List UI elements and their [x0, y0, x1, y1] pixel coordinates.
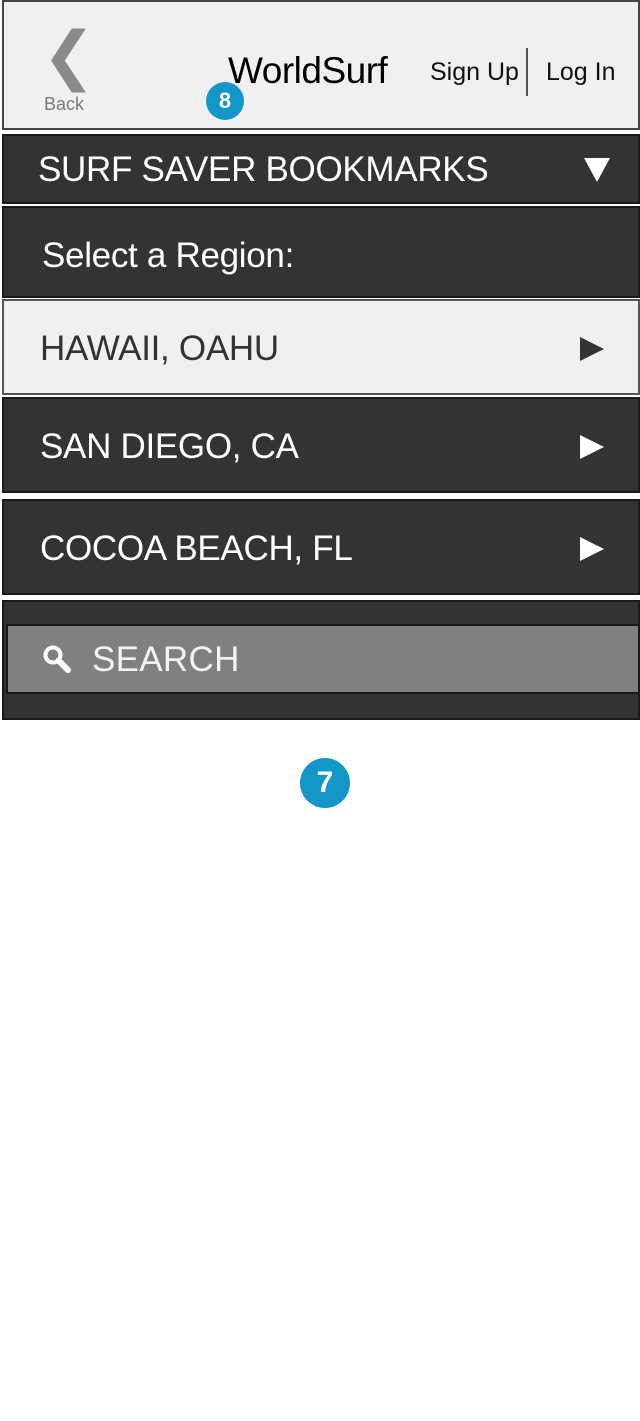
search-input[interactable]: SEARCH [6, 624, 640, 694]
region-item-san-diego-ca[interactable]: SAN DIEGO, CA [2, 397, 640, 493]
annotation-marker-7: 7 [300, 758, 350, 808]
region-header: Select a Region: [2, 206, 640, 298]
sign-up-link[interactable]: Sign Up [430, 58, 519, 87]
log-in-link[interactable]: Log In [546, 58, 616, 87]
region-item-label: COCOA BEACH, FL [40, 529, 353, 568]
triangle-right-icon [580, 337, 604, 361]
app-title: WorldSurf [228, 50, 388, 91]
header-divider [526, 48, 528, 96]
search-placeholder: SEARCH [92, 640, 240, 679]
back-label: Back [44, 94, 85, 114]
back-button[interactable]: ❮ Back [38, 19, 96, 118]
triangle-right-icon [580, 435, 604, 459]
triangle-right-icon [580, 537, 604, 561]
triangle-down-icon [584, 158, 610, 182]
bookmarks-title: SURF SAVER BOOKMARKS [38, 150, 489, 189]
search-icon [43, 645, 71, 673]
region-item-label: HAWAII, OAHU [40, 329, 279, 368]
app-header: ❮ Back WorldSurf Sign Up Log In [2, 0, 640, 130]
region-item-hawaii-oahu[interactable]: HAWAII, OAHU [2, 299, 640, 395]
region-item-label: SAN DIEGO, CA [40, 427, 299, 466]
search-panel: SEARCH [2, 600, 640, 720]
region-item-cocoa-beach-fl[interactable]: COCOA BEACH, FL [2, 499, 640, 595]
bookmarks-dropdown[interactable]: SURF SAVER BOOKMARKS [2, 134, 640, 204]
annotation-marker-8: 8 [206, 82, 244, 120]
chevron-left-icon: ❮ [42, 19, 96, 93]
region-prompt: Select a Region: [42, 236, 295, 275]
